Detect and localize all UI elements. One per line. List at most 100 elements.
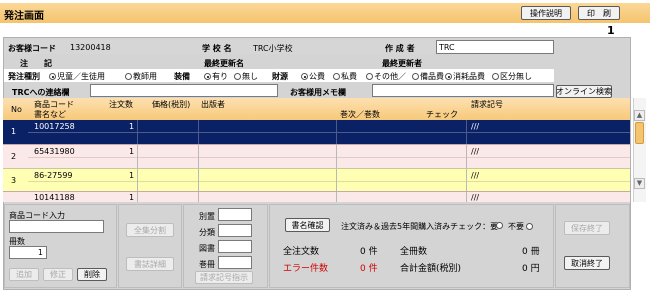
- detail-button[interactable]: 書誌詳細: [126, 257, 174, 271]
- col-divider: [466, 169, 467, 191]
- table-header: No 商品コード 書名など 注文数 価格(税別) 出版者 巻次／巻数 チェック …: [3, 98, 630, 120]
- creator-label: 作 成 者: [385, 44, 415, 53]
- delete-button[interactable]: 削除: [77, 268, 107, 281]
- error-count-value: 0 件: [360, 264, 378, 274]
- col-divider: [336, 120, 337, 144]
- last-updater-label: 最終更新名: [204, 59, 244, 68]
- header-publisher: 出版者: [201, 100, 225, 109]
- header-shelf: 請求記号: [471, 100, 503, 109]
- total-amount-label: 合計金額(税別): [400, 264, 462, 274]
- row-qty: 1: [129, 193, 135, 202]
- col-divider: [466, 192, 467, 202]
- row-code: 65431980: [34, 147, 75, 156]
- note-label: 注 記: [20, 59, 52, 68]
- row-qty: 1: [129, 171, 135, 180]
- radio-icon: [333, 73, 340, 80]
- equip-radio-yes[interactable]: 有り: [204, 71, 228, 82]
- radio-icon: [366, 73, 373, 80]
- trc-memo-label: TRCへの連絡欄: [12, 88, 70, 97]
- col-divider: [198, 145, 199, 168]
- scroll-down-arrow-icon[interactable]: ▼: [634, 178, 645, 189]
- radio-icon: [445, 73, 452, 80]
- header-no: No: [11, 105, 22, 114]
- customer-memo-field[interactable]: [372, 84, 554, 97]
- equip-radio-no[interactable]: 無し: [234, 71, 258, 82]
- fund-radio-none[interactable]: 区分無し: [492, 71, 532, 82]
- header-title: 書名など: [34, 110, 66, 119]
- col-divider: [137, 169, 138, 191]
- cancel-exit-button[interactable]: 取消終了: [564, 256, 610, 270]
- online-search-button[interactable]: オンライン検索: [556, 85, 612, 98]
- save-exit-button[interactable]: 保存終了: [564, 221, 610, 235]
- qty-value: 1: [37, 248, 43, 257]
- col-divider: [336, 169, 337, 191]
- radio-icon: [412, 73, 419, 80]
- check-radio-not-needed[interactable]: 不要: [508, 221, 534, 232]
- field4-input[interactable]: [218, 256, 252, 269]
- title-confirm-button[interactable]: 書名確認: [285, 218, 330, 232]
- col-divider: [198, 192, 199, 202]
- total-books-label: 全冊数: [400, 247, 428, 257]
- table-row[interactable]: 3 86-27599 1 ///: [3, 168, 630, 191]
- header-volume: 巻次／巻数: [340, 110, 380, 119]
- customer-memo-label: お客様用メモ欄: [290, 88, 346, 97]
- col-divider: [336, 145, 337, 168]
- row-divider: [28, 132, 630, 133]
- customer-code: 13200418: [70, 43, 111, 52]
- field1-label: 別置: [199, 212, 215, 221]
- col-divider: [466, 120, 467, 144]
- customer-code-label: お客様コード: [8, 44, 56, 53]
- field3-label: 図書: [199, 244, 215, 253]
- fund-radio-consumable[interactable]: 消耗品費: [445, 71, 485, 82]
- radio-icon: [49, 73, 56, 80]
- scroll-up-arrow-icon[interactable]: ▲: [634, 110, 645, 121]
- field2-input[interactable]: [218, 224, 252, 237]
- row-qty: 1: [129, 147, 135, 156]
- table-row[interactable]: 1 10017258 1 ///: [3, 120, 630, 144]
- row-divider: [28, 181, 630, 182]
- col-divider: [198, 169, 199, 191]
- type-radio-children[interactable]: 児童／生徒用: [49, 71, 105, 82]
- code-input-field[interactable]: [9, 220, 104, 233]
- fund-radio-equipment[interactable]: 備品費: [412, 71, 444, 82]
- fund-radio-public[interactable]: 公費: [301, 71, 325, 82]
- radio-icon: [125, 73, 132, 80]
- modify-button[interactable]: 修正: [43, 268, 73, 281]
- field3-input[interactable]: [218, 240, 252, 253]
- row-code: 10017258: [34, 122, 75, 131]
- qty-field[interactable]: 1: [9, 246, 47, 259]
- radio-icon: [234, 73, 241, 80]
- col-divider: [466, 145, 467, 168]
- total-orders-label: 全注文数: [283, 247, 320, 257]
- row-shelf: ///: [471, 171, 480, 180]
- fund-radio-other[interactable]: その他／: [366, 71, 406, 82]
- table-row[interactable]: 2 65431980 1 ///: [3, 144, 630, 168]
- table-row[interactable]: 10141188 1 ///: [3, 191, 630, 202]
- shelf-instruct-button[interactable]: 請求記号指示: [195, 271, 253, 284]
- type-radio-teacher[interactable]: 教師用: [125, 71, 157, 82]
- print-button[interactable]: 印 刷: [578, 6, 620, 20]
- trc-memo-field[interactable]: [90, 84, 278, 97]
- col-divider: [137, 192, 138, 202]
- school-name: TRC小学校: [253, 44, 293, 53]
- radio-icon: [496, 222, 503, 229]
- total-orders-value: 0 件: [360, 247, 378, 257]
- field1-input[interactable]: [218, 208, 252, 221]
- row-shelf: ///: [471, 147, 480, 156]
- col-divider: [336, 192, 337, 202]
- school-label: 学 校 名: [202, 44, 232, 53]
- last-updater2-label: 最終更新者: [382, 59, 422, 68]
- split-button[interactable]: 全集分割: [126, 223, 174, 237]
- equip-label: 装備: [174, 72, 190, 81]
- total-amount-value: 0 円: [522, 264, 540, 274]
- add-button[interactable]: 追加: [9, 268, 39, 281]
- manual-button[interactable]: 操作説明: [521, 6, 571, 20]
- check-radio-required[interactable]: [496, 221, 504, 230]
- fund-radio-private[interactable]: 私費: [333, 71, 357, 82]
- creator-field[interactable]: TRC: [436, 40, 554, 54]
- radio-icon: [204, 73, 211, 80]
- fund-label: 財源: [272, 72, 288, 81]
- field2-label: 分類: [199, 228, 215, 237]
- radio-icon: [526, 223, 533, 230]
- scroll-thumb[interactable]: [635, 122, 644, 144]
